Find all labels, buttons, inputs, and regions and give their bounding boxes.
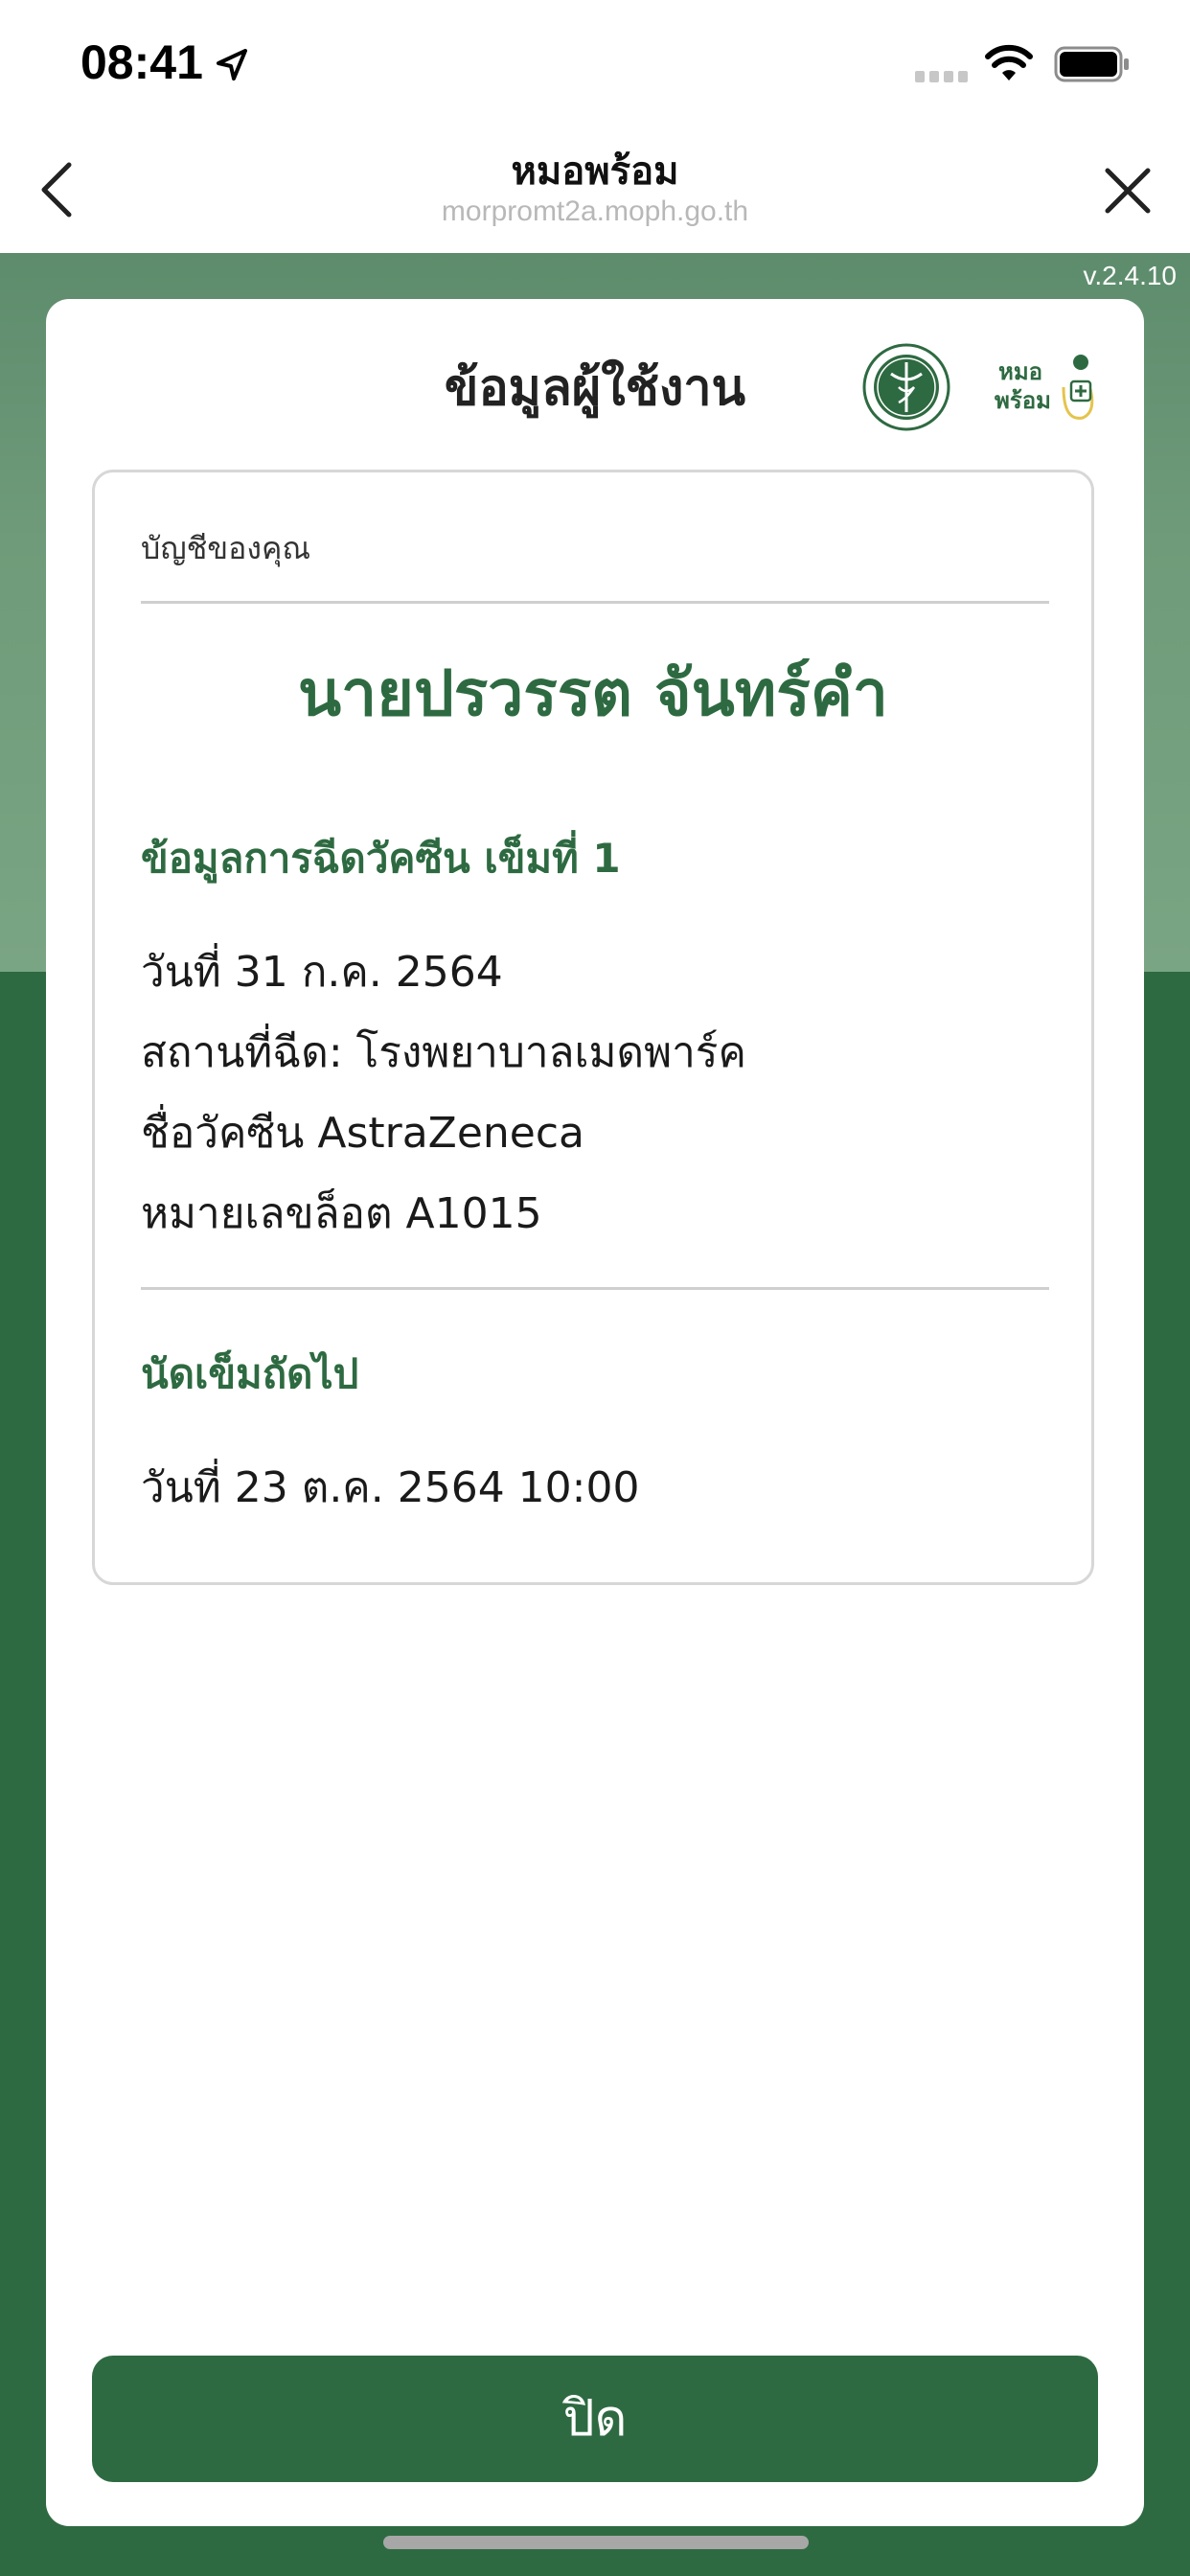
nav-url: morpromt2a.moph.go.th [441,196,749,227]
app-logo-line1: หมอ [998,358,1042,385]
vaccination-place: สถานที่ฉีด: โรงพยาบาลเมดพาร์ค [141,1028,746,1077]
account-label: บัญชีของคุณ [141,530,311,566]
lot-number: หมายเลขล็อต A1015 [141,1189,542,1238]
screen: 08:41 หมอพร้อม morpromt2a.moph.go.th v.2… [0,0,1190,2576]
app-logo-line2: พร้อม [995,387,1051,414]
user-name: นายปรวรรต จันทร์คำ [298,656,888,730]
close-button[interactable]: ปิด [92,2356,1098,2482]
vaccination-card: บัญชีของคุณ นายปรวรรต จันทร์คำ ข้อมูลการ… [92,470,1094,1585]
next-appointment-date: วันที่ 23 ต.ค. 2564 10:00 [141,1463,640,1512]
divider [141,1287,1049,1290]
version-label: v.2.4.10 [1083,261,1177,290]
battery-icon [1054,46,1129,82]
browser-nav-bar: หมอพร้อม morpromt2a.moph.go.th [0,125,1190,253]
vaccination-date: วันที่ 31 ก.ค. 2564 [141,948,503,997]
mohpromt-app-logo: หมอ พร้อม [995,355,1094,420]
wifi-icon [985,44,1033,80]
modal-title: ข้อมูลผู้ใช้งาน [444,359,746,417]
user-info-modal: ข้อมูลผู้ใช้งาน หมอ พร้อม บัญชีของคุณ นา… [46,299,1144,2526]
cellular-signal-icon [915,71,968,82]
status-time: 08:41 [80,35,203,89]
nav-title: หมอพร้อม [511,150,679,194]
vaccine-name: ชื่อวัคซีน AstraZeneca [141,1109,585,1158]
status-bar: 08:41 [0,0,1190,125]
vaccine-dose-heading: ข้อมูลการฉีดวัคซีน เข็มที่ 1 [141,835,621,882]
next-appointment-heading: นัดเข็มถัดไป [141,1350,359,1397]
location-arrow-icon [217,49,247,80]
moph-seal-logo [862,343,950,431]
close-icon[interactable] [1102,165,1154,217]
home-indicator[interactable] [383,2536,809,2549]
divider [141,601,1049,604]
